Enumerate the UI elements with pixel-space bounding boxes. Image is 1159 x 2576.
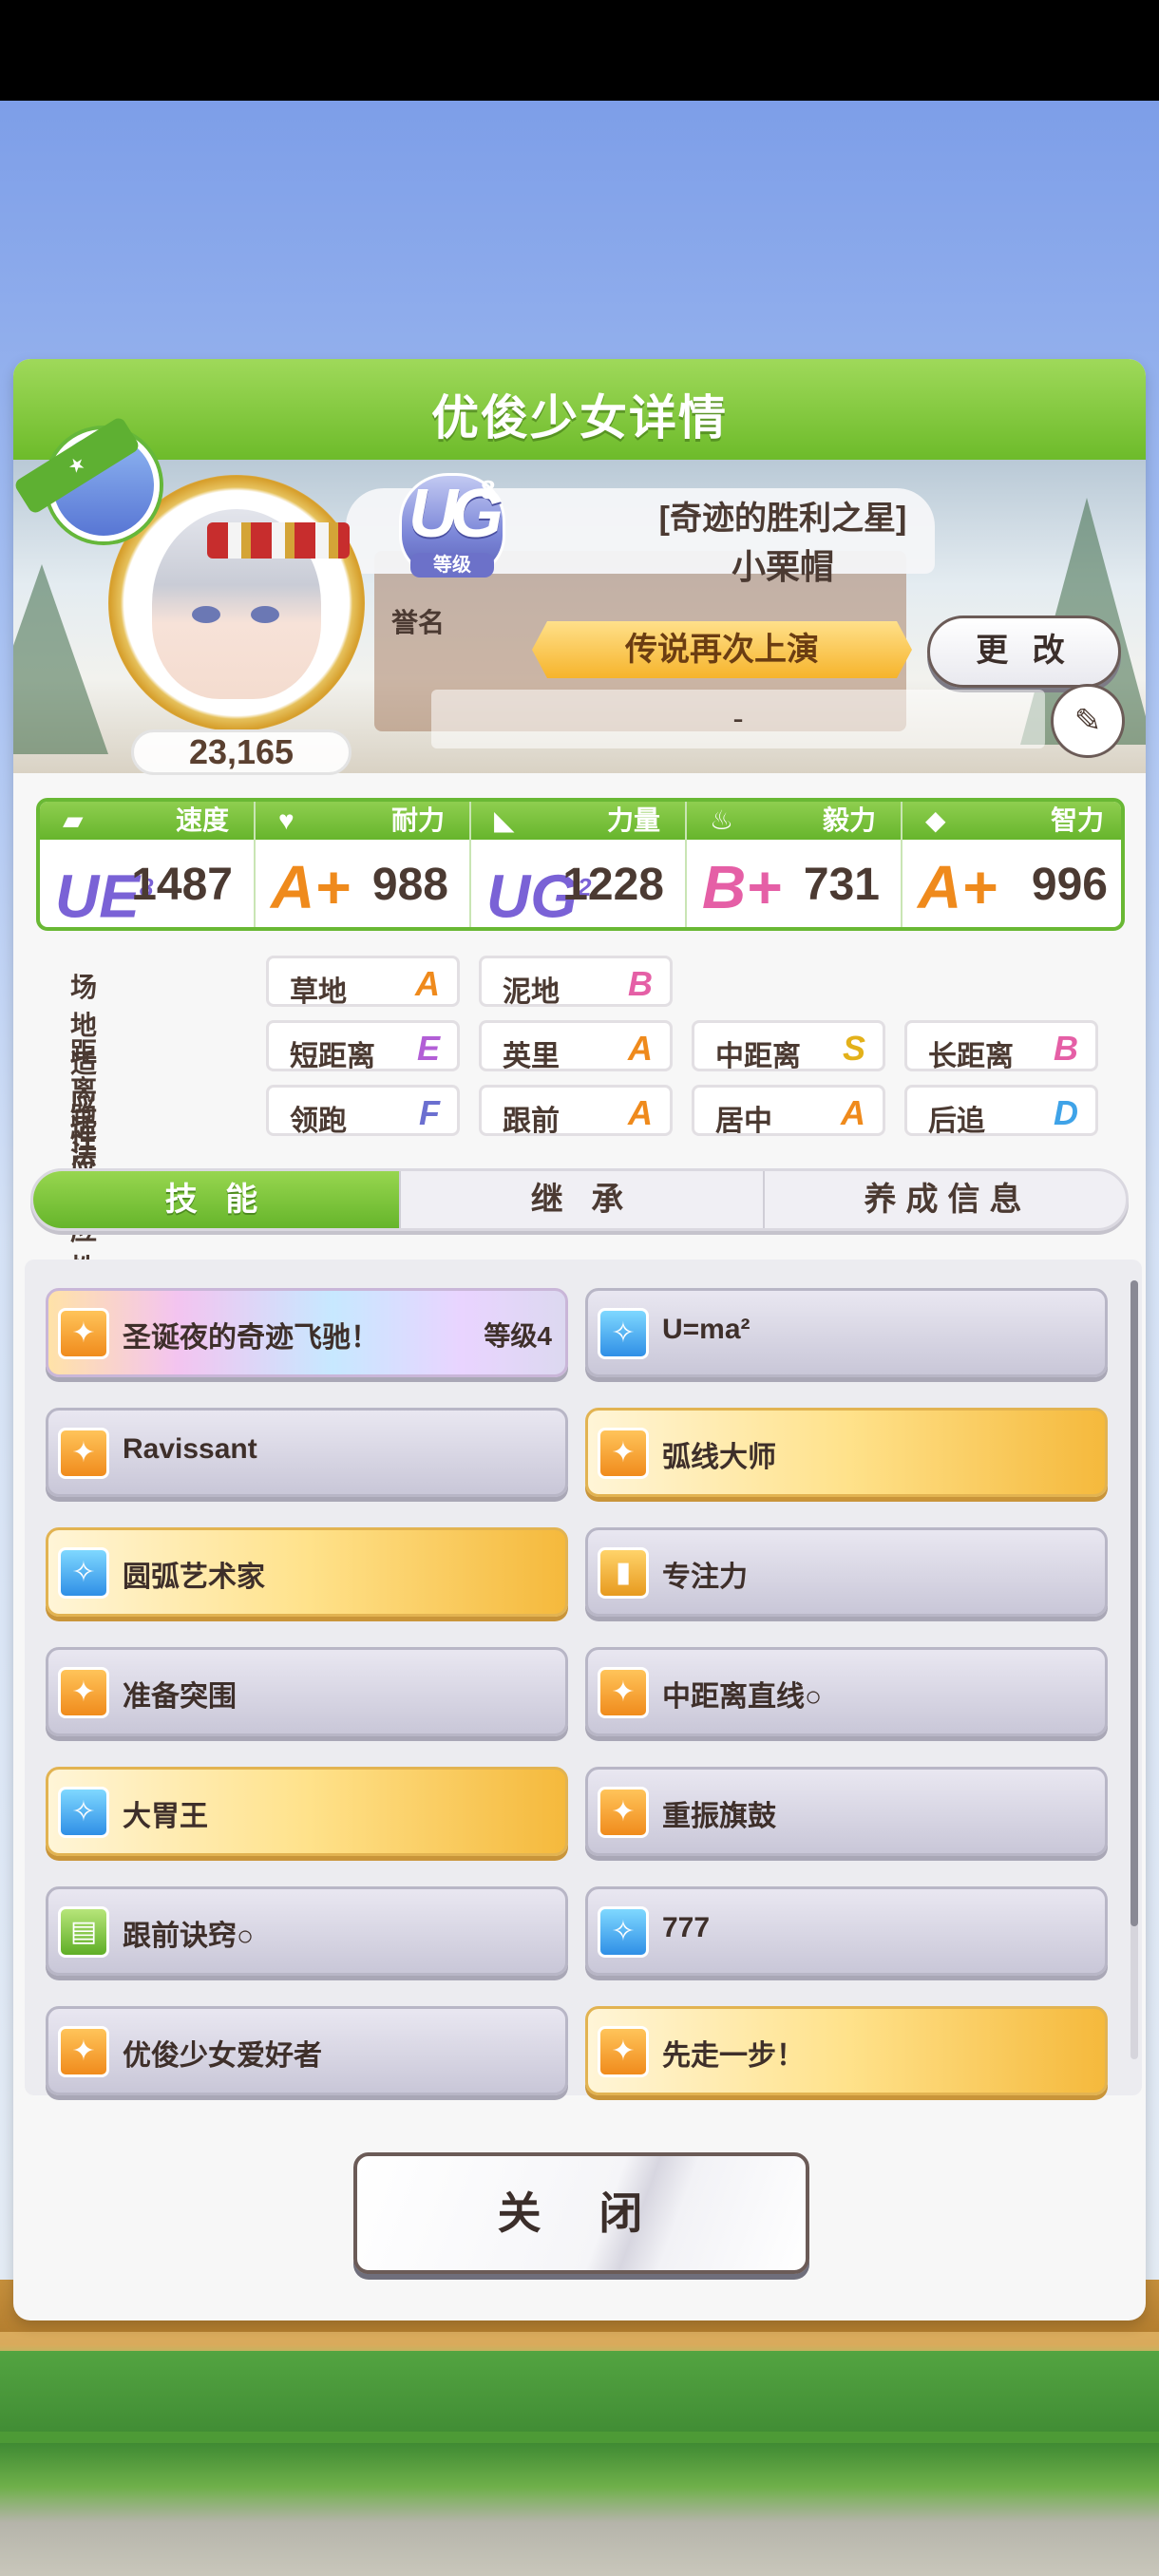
tab-skills[interactable]: 技 能 (33, 1171, 399, 1228)
aptitude-chip: 泥地 B (479, 956, 673, 1008)
flame-icon: ♨ (710, 805, 734, 835)
tree-decoration (13, 564, 108, 754)
close-button[interactable]: 关 闭 (353, 2152, 809, 2274)
aptitude-chip: 领跑 F (266, 1085, 460, 1137)
skill-item[interactable]: ✧ 圆弧艺术家 (46, 1527, 568, 1617)
grass-strip (0, 2432, 1159, 2443)
skill-item[interactable]: ▤ 跟前诀窍○ (46, 1886, 568, 1976)
aptitude-chip: 跟前 A (479, 1085, 673, 1137)
speed-icon: ✦ (58, 1428, 109, 1479)
stat-wisdom: ◆ 智力 A+ 996 (902, 802, 1121, 927)
aptitude-chip: 中距离 S (692, 1020, 885, 1072)
fan-count: 23,165 (131, 729, 352, 775)
cap-icon: ◆ (925, 805, 946, 835)
skill-item[interactable]: ✦ 先走一步！ (585, 2006, 1108, 2095)
stat-value: 996 (1031, 860, 1108, 910)
aptitude-chip: 后追 D (904, 1085, 1098, 1137)
skill-item[interactable]: ✧ U=ma² (585, 1288, 1108, 1377)
rank-sup: 8 (481, 475, 496, 504)
headdress-decoration (207, 522, 350, 559)
stat-name: 毅力 (822, 805, 876, 835)
rank-tag: 等级 (410, 553, 494, 578)
shoe-icon: ▰ (63, 805, 84, 835)
fence-rail (0, 2332, 1159, 2351)
scrollbar-thumb[interactable] (1130, 1280, 1138, 1926)
stat-grade: A+ (918, 853, 998, 921)
heart-icon: ♥ (278, 805, 294, 835)
stat-name: 力量 (606, 805, 660, 835)
stat-value: 988 (371, 860, 448, 910)
change-title-button[interactable]: 更 改 (927, 616, 1121, 688)
speed-icon: ✦ (598, 2026, 649, 2077)
racetrack-ground (0, 2280, 1159, 2576)
aptitude-chip: 长距离 B (904, 1020, 1098, 1072)
speed-icon: ✦ (58, 2026, 109, 2077)
skill-item[interactable]: ✦ 优俊少女爱好者 (46, 2006, 568, 2095)
rank-badge: UG 8 等级 (399, 473, 505, 583)
profile-banner: 23,165 UG 8 等级 誉名 [奇迹的胜利之星] 小栗帽 传说再次上演 更… (13, 460, 1146, 775)
pencil-icon: ✎ (1074, 703, 1102, 739)
skill-item[interactable]: ✦ 圣诞夜的奇迹飞驰！ 等级4 (46, 1288, 568, 1377)
recover-icon: ✧ (598, 1308, 649, 1359)
stat-grade: A+ (271, 853, 351, 921)
speed-icon: ✦ (598, 1667, 649, 1718)
skill-item[interactable]: ✦ 弧线大师 (585, 1408, 1108, 1497)
skill-item[interactable]: ✧ 大胃王 (46, 1767, 568, 1856)
skill-item[interactable]: ✦ 重振旗鼓 (585, 1767, 1108, 1856)
skill-item[interactable]: ✧ 777 (585, 1886, 1108, 1976)
eye-icon (251, 606, 279, 623)
stats-panel: ▰ 速度 UE8 1487 ♥ 耐力 A+ 988 ◣ 力量 UG2 1228 ♨ 毅力… (36, 798, 1125, 931)
book-icon: ▤ (58, 1906, 109, 1958)
stat-speed: ▰ 速度 UE8 1487 (40, 802, 256, 927)
skill-list-scrollbar[interactable] (1130, 1280, 1138, 2059)
arm-icon: ◣ (494, 805, 515, 835)
inheritance-medal[interactable]: ★ (13, 408, 160, 555)
rank-label: 誉名 (391, 608, 446, 637)
character-epithet: [奇迹的胜利之星] (658, 501, 907, 537)
skill-item[interactable]: ▮ 专注力 (585, 1527, 1108, 1617)
focus-icon: ▮ (598, 1547, 649, 1599)
stat-name: 耐力 (390, 805, 445, 835)
aptitude-chip: 居中 A (692, 1085, 885, 1137)
title-plate: 传说再次上演 (532, 621, 912, 678)
stat-stamina: ♥ 耐力 A+ 988 (256, 802, 471, 927)
recover-icon: ✧ (58, 1547, 109, 1599)
status-bar (0, 0, 1159, 101)
recover-icon: ✧ (58, 1787, 109, 1838)
aptitude-chip: 短距离 E (266, 1020, 460, 1072)
speed-icon: ✦ (598, 1428, 649, 1479)
avatar (152, 509, 350, 699)
aptitude-chip: 草地 A (266, 956, 460, 1008)
skill-item[interactable]: ✦ Ravissant (46, 1408, 568, 1497)
edit-comment-button[interactable]: ✎ (1051, 684, 1125, 758)
tab-training-info[interactable]: 养成信息 (765, 1171, 1126, 1228)
umamusume-detail-dialog: 优俊少女详情 23,165 UG 8 等级 誉名 [奇迹的胜利之星] 小栗帽 传… (13, 359, 1146, 2320)
speed-icon: ✦ (58, 1308, 109, 1359)
dialog-title: 优俊少女详情 (431, 391, 728, 445)
stat-value: 1487 (131, 860, 233, 910)
skill-item[interactable]: ✦ 中距离直线○ (585, 1647, 1108, 1736)
speed-icon: ✦ (598, 1787, 649, 1838)
skill-item[interactable]: ✦ 准备突围 (46, 1647, 568, 1736)
tab-inheritance[interactable]: 继 承 (399, 1171, 765, 1228)
stat-grade: B+ (702, 853, 782, 921)
speed-icon: ✦ (58, 1667, 109, 1718)
eye-icon (192, 606, 220, 623)
stat-value: 731 (803, 860, 880, 910)
aptitude-chip: 英里 A (479, 1020, 673, 1072)
skill-list[interactable]: ✦ 圣诞夜的奇迹飞驰！ 等级4 ✧ U=ma² ✦ Ravissant ✦ 弧线大师 ✧ 圆… (25, 1260, 1142, 2095)
stat-value: 1228 (562, 860, 664, 910)
stat-power: ◣ 力量 UG2 1228 (471, 802, 687, 927)
dialog-header: 优俊少女详情 (13, 359, 1146, 460)
detail-tabs: 技 能 继 承 养成信息 (30, 1168, 1129, 1231)
recover-icon: ✧ (598, 1906, 649, 1958)
stat-guts: ♨ 毅力 B+ 731 (687, 802, 902, 927)
stat-name: 速度 (175, 805, 229, 835)
comment-field: - (431, 690, 1045, 748)
stat-name: 智力 (1050, 805, 1104, 835)
character-name: 小栗帽 (731, 547, 834, 586)
